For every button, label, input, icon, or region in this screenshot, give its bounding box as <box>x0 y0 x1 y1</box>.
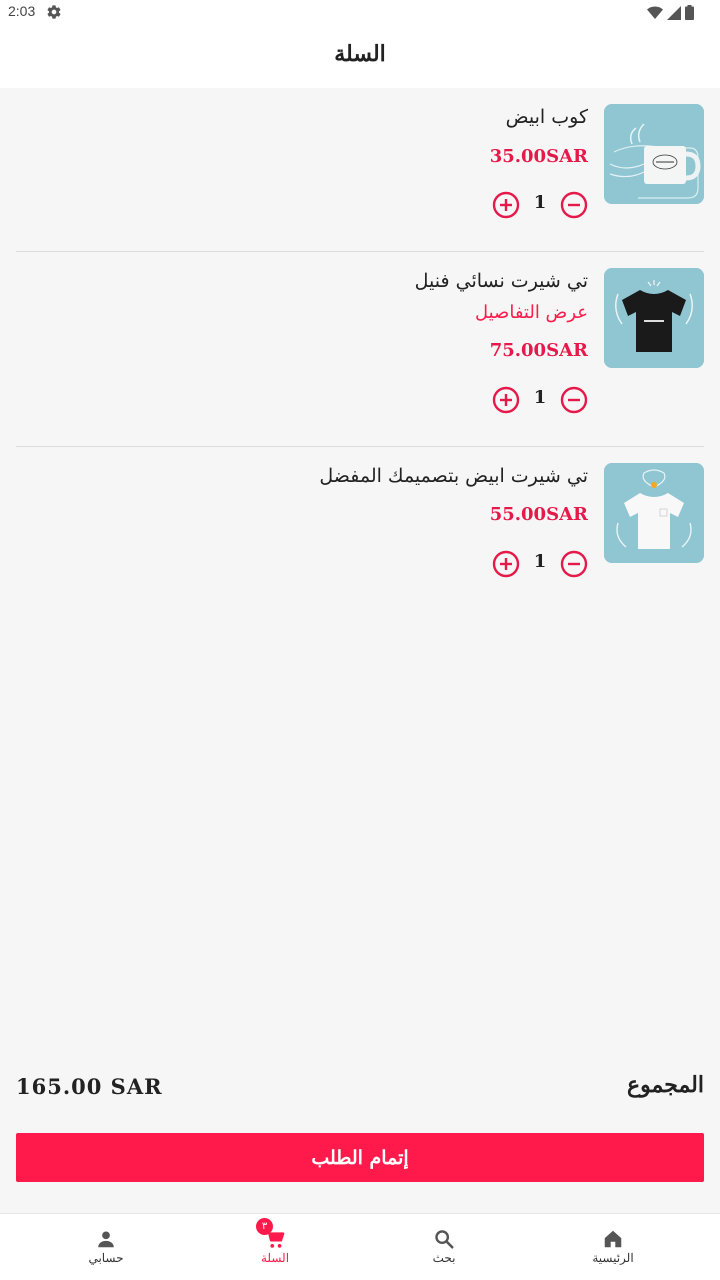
nav-item-account[interactable]: حسابي <box>66 1228 146 1278</box>
minus-icon[interactable] <box>560 386 588 414</box>
page-title: السلة <box>334 41 386 67</box>
white-tshirt-illustration <box>604 463 704 563</box>
battery-icon <box>685 5 694 20</box>
status-bar: 2:03 <box>0 0 720 24</box>
total-value: 165.00 SAR <box>16 1074 163 1099</box>
status-time: 2:03 <box>8 3 36 19</box>
product-image-mug[interactable] <box>604 104 704 204</box>
mug-illustration <box>604 104 704 204</box>
home-icon <box>604 1230 622 1248</box>
cart-count-badge: ٣ <box>256 1218 273 1235</box>
checkout-label: إتمام الطلب <box>311 1146 409 1169</box>
settings-gear-icon <box>47 5 61 19</box>
nav-label: بحث <box>432 1251 456 1265</box>
checkout-button[interactable]: إتمام الطلب <box>16 1133 704 1182</box>
search-icon <box>435 1230 454 1249</box>
nav-label: حسابي <box>88 1251 124 1265</box>
plus-icon[interactable] <box>492 550 520 578</box>
status-icons <box>647 5 694 20</box>
nav-item-cart[interactable]: ٣ السلة <box>235 1218 315 1278</box>
item-price: 75.00SAR <box>489 340 588 361</box>
minus-icon[interactable] <box>560 191 588 219</box>
quantity-stepper: 1 <box>492 190 588 220</box>
item-price: 55.00SAR <box>489 504 588 525</box>
nav-item-search[interactable]: بحث <box>404 1228 484 1278</box>
signal-icon <box>667 5 681 20</box>
quantity-value: 1 <box>533 192 547 213</box>
bottom-nav: حسابي ٣ السلة بحث الرئيسية <box>0 1213 720 1280</box>
quantity-stepper: 1 <box>492 549 588 579</box>
person-icon <box>98 1231 114 1248</box>
quantity-value: 1 <box>533 551 547 572</box>
cart-item: تي شيرت ابيض بتصميمك المفضل 55.00SAR 1 <box>16 447 704 587</box>
cart-item: تي شيرت نسائي فنيل عرض التفاصيل 75.00SAR… <box>16 252 704 447</box>
plus-icon[interactable] <box>492 191 520 219</box>
product-image-white-tshirt[interactable] <box>604 463 704 563</box>
nav-label: السلة <box>260 1251 290 1265</box>
black-tshirt-illustration <box>604 268 704 368</box>
quantity-value: 1 <box>533 387 547 408</box>
quantity-stepper: 1 <box>492 385 588 415</box>
item-name: تي شيرت ابيض بتصميمك المفضل <box>319 465 588 487</box>
product-image-black-tshirt[interactable] <box>604 268 704 368</box>
view-details-link[interactable]: عرض التفاصيل <box>475 302 588 323</box>
minus-icon[interactable] <box>560 550 588 578</box>
cart-item: كوب ابيض 35.00SAR 1 <box>16 88 704 252</box>
wifi-icon <box>647 6 663 19</box>
item-price: 35.00SAR <box>489 146 588 167</box>
nav-label: الرئيسية <box>592 1251 634 1265</box>
plus-icon[interactable] <box>492 386 520 414</box>
item-name: تي شيرت نسائي فنيل <box>414 270 588 292</box>
total-label: المجموع <box>627 1072 704 1098</box>
item-name: كوب ابيض <box>505 106 588 128</box>
app-bar: السلة <box>0 24 720 88</box>
nav-item-home[interactable]: الرئيسية <box>573 1228 653 1278</box>
